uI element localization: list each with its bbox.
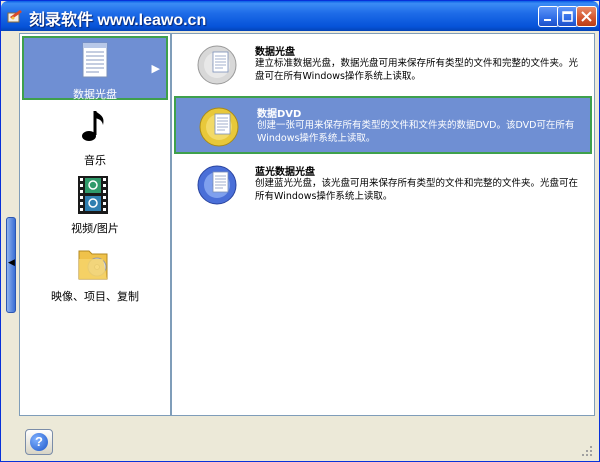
- sidebar-item-image-project-copy[interactable]: 映像、项目、复制: [22, 240, 168, 304]
- sidebar-item-music[interactable]: 音乐: [22, 104, 168, 168]
- category-sidebar: 数据光盘 ▶ 音乐 视频/图片 映像、项目、复制: [19, 33, 171, 416]
- sidebar-item-video-photo[interactable]: 视频/图片: [22, 172, 168, 236]
- option-data-dvd[interactable]: 数据DVD 创建一张可用来保存所有类型的文件和文件夹的数据DVD。该DVD可在所…: [174, 96, 592, 154]
- title-bar[interactable]: 刻录软件 www.leawo.cn: [1, 1, 599, 31]
- close-button[interactable]: [576, 6, 597, 27]
- window-title: 刻录软件 www.leawo.cn: [29, 12, 207, 29]
- option-description: 创建一张可用来保存所有类型的文件和文件夹的数据DVD。该DVD可在所有Windo…: [257, 120, 575, 144]
- option-title: 数据光盘: [255, 47, 295, 58]
- close-icon: [581, 11, 592, 22]
- maximize-button[interactable]: [557, 6, 578, 27]
- chevron-right-icon: ▶: [151, 62, 160, 75]
- maximize-icon: [562, 11, 573, 22]
- cd-disc-icon: [197, 45, 237, 85]
- sidebar-item-data-disc[interactable]: 数据光盘 ▶: [22, 36, 168, 101]
- sidebar-item-label: 视频/图片: [71, 222, 119, 235]
- folder-disc-icon: [78, 250, 108, 280]
- burn-app-icon: [7, 10, 22, 23]
- document-icon: [82, 42, 108, 78]
- collapse-arrow-icon: ◀: [8, 258, 15, 268]
- music-note-icon: [82, 111, 104, 141]
- main-window: 刻录软件 www.leawo.cn ◀ 数据光盘 ▶ 音乐 视频/图片 映像、项…: [0, 0, 600, 462]
- disc-options-panel: 数据光盘 建立标准数据光盘，数据光盘可用来保存所有类型的文件和完整的文件夹。光盘…: [171, 33, 595, 416]
- sidebar-item-label: 数据光盘: [73, 88, 117, 101]
- help-button[interactable]: ?: [25, 429, 53, 455]
- minimize-icon: [544, 19, 551, 21]
- option-title: 蓝光数据光盘: [255, 167, 315, 178]
- client-area: ◀ 数据光盘 ▶ 音乐 视频/图片 映像、项目、复制 数据光盘 建立标准数据光盘…: [5, 31, 595, 459]
- dvd-disc-icon: [199, 107, 239, 147]
- sidebar-item-label: 音乐: [84, 154, 106, 167]
- bluray-disc-icon: [197, 165, 237, 205]
- option-bluray-data-disc[interactable]: 蓝光数据光盘 创建蓝光光盘，该光盘可用来保存所有类型的文件和完整的文件夹。光盘可…: [174, 156, 592, 214]
- sidebar-item-label: 映像、项目、复制: [51, 290, 139, 303]
- option-description: 创建蓝光光盘，该光盘可用来保存所有类型的文件和完整的文件夹。光盘可在所有Wind…: [255, 178, 579, 202]
- option-description: 建立标准数据光盘，数据光盘可用来保存所有类型的文件和完整的文件夹。光盘可在所有W…: [255, 58, 579, 82]
- help-icon: ?: [30, 433, 48, 451]
- minimize-button[interactable]: [538, 6, 559, 27]
- resize-grip-icon[interactable]: [581, 445, 593, 457]
- film-icon: [78, 176, 108, 214]
- sidebar-collapse-tab[interactable]: ◀: [6, 217, 16, 313]
- option-data-disc[interactable]: 数据光盘 建立标准数据光盘，数据光盘可用来保存所有类型的文件和完整的文件夹。光盘…: [174, 36, 592, 94]
- option-title: 数据DVD: [257, 109, 302, 120]
